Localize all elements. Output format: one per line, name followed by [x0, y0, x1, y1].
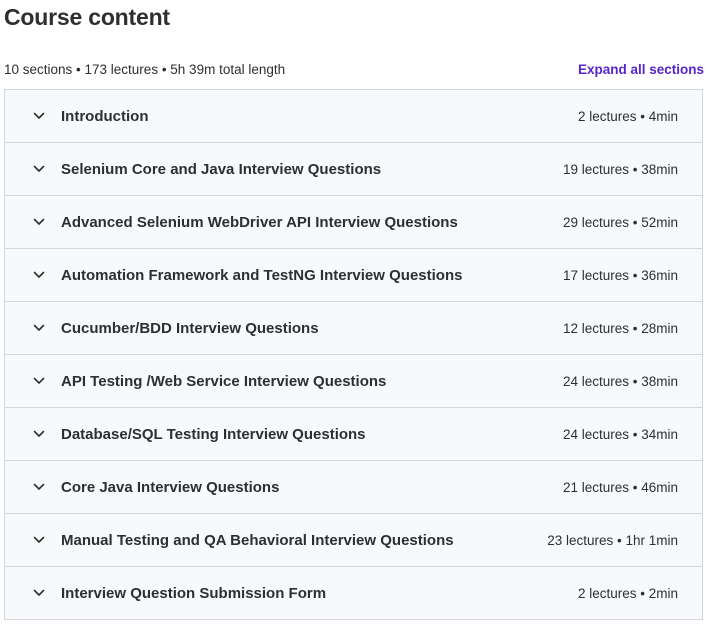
section-title: Interview Question Submission Form	[61, 584, 327, 602]
section-lecture-count: 2 lectures • 4min	[577, 108, 678, 124]
chevron-down-icon	[33, 269, 45, 281]
section-title: Manual Testing and QA Behavioral Intervi…	[61, 531, 454, 549]
chevron-down-icon	[33, 428, 45, 440]
section-header[interactable]: Introduction 2 lectures • 4min	[5, 90, 702, 142]
section-title: Selenium Core and Java Interview Questio…	[61, 160, 382, 178]
section-title: API Testing /Web Service Interview Quest…	[61, 372, 387, 390]
section-lecture-count: 24 lectures • 34min	[562, 426, 678, 442]
section-header[interactable]: Core Java Interview Questions 21 lecture…	[5, 460, 702, 513]
section-lecture-count: 17 lectures • 36min	[562, 267, 678, 283]
chevron-down-icon	[33, 481, 45, 493]
section-lecture-count: 2 lectures • 2min	[577, 585, 678, 601]
section-header[interactable]: API Testing /Web Service Interview Quest…	[5, 354, 702, 407]
chevron-down-icon	[33, 534, 45, 546]
section-lecture-count: 24 lectures • 38min	[562, 373, 678, 389]
section-lecture-count: 19 lectures • 38min	[562, 161, 678, 177]
section-header[interactable]: Advanced Selenium WebDriver API Intervie…	[5, 195, 702, 248]
section-title: Cucumber/BDD Interview Questions	[61, 319, 319, 337]
section-header[interactable]: Database/SQL Testing Interview Questions…	[5, 407, 702, 460]
section-header[interactable]: Cucumber/BDD Interview Questions 12 lect…	[5, 301, 702, 354]
chevron-down-icon	[33, 163, 45, 175]
section-title: Introduction	[61, 107, 149, 125]
section-list: Introduction 2 lectures • 4min Selenium …	[4, 89, 703, 620]
chevron-down-icon	[33, 322, 45, 334]
page-title: Course content	[4, 4, 170, 30]
chevron-down-icon	[33, 587, 45, 599]
section-lecture-count: 29 lectures • 52min	[562, 214, 678, 230]
section-header[interactable]: Interview Question Submission Form 2 lec…	[5, 566, 702, 619]
section-title: Core Java Interview Questions	[61, 478, 280, 496]
section-lecture-count: 21 lectures • 46min	[562, 479, 678, 495]
section-title: Advanced Selenium WebDriver API Intervie…	[61, 213, 458, 231]
section-header[interactable]: Selenium Core and Java Interview Questio…	[5, 142, 702, 195]
chevron-down-icon	[33, 110, 45, 122]
chevron-down-icon	[33, 375, 45, 387]
expand-all-sections-button[interactable]: Expand all sections	[578, 62, 704, 77]
chevron-down-icon	[33, 216, 45, 228]
course-summary-row: 10 sections • 173 lectures • 5h 39m tota…	[4, 60, 704, 78]
section-title: Automation Framework and TestNG Intervie…	[61, 266, 463, 284]
course-summary: 10 sections • 173 lectures • 5h 39m tota…	[4, 61, 286, 77]
section-lecture-count: 12 lectures • 28min	[562, 320, 678, 336]
section-header[interactable]: Automation Framework and TestNG Intervie…	[5, 248, 702, 301]
section-header[interactable]: Manual Testing and QA Behavioral Intervi…	[5, 513, 702, 566]
section-lecture-count: 23 lectures • 1hr 1min	[547, 532, 678, 548]
section-title: Database/SQL Testing Interview Questions	[61, 425, 366, 443]
